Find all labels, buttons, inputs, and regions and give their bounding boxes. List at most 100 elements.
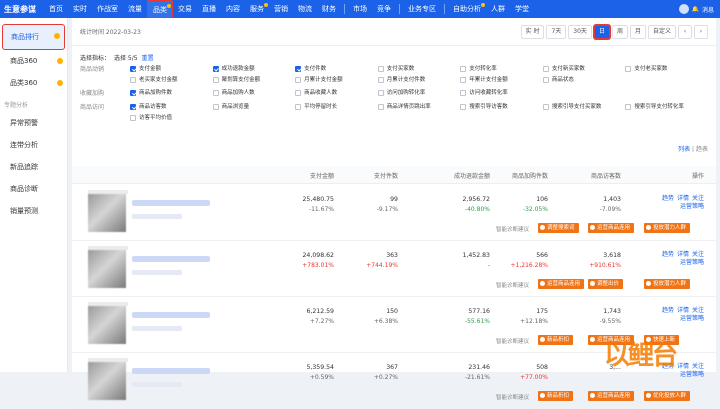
checkbox-icon[interactable] [460, 77, 467, 83]
indicator-checkbox[interactable]: 搜索引导支付转化率 [625, 102, 708, 112]
list-view-toggle[interactable]: 列表 [678, 146, 690, 153]
indicator-checkbox[interactable]: 访问收藏转化率 [460, 88, 543, 98]
checkbox-icon[interactable] [212, 104, 219, 110]
bell-icon[interactable]: 🔔 [692, 6, 699, 13]
date-button[interactable]: 月 [629, 24, 646, 39]
checkbox-icon[interactable] [130, 104, 136, 110]
suggestion-tag[interactable]: 优化投放人群 [644, 391, 691, 401]
prev-arrow-icon[interactable]: ‹ [678, 24, 692, 39]
next-arrow-icon[interactable]: › [694, 24, 708, 39]
checkbox-icon[interactable] [377, 104, 384, 110]
checkbox-icon[interactable] [130, 66, 136, 72]
sidebar-item[interactable]: 商品诊断 [0, 178, 67, 200]
op-link-1[interactable]: 详情 [677, 195, 689, 202]
sidebar-item[interactable]: 连带分析 [0, 134, 67, 156]
indicator-checkbox[interactable]: 商品浏览量 [212, 102, 296, 112]
indicator-checkbox[interactable]: 支付件数 [295, 64, 378, 74]
nav-item-3[interactable]: 学堂 [510, 0, 534, 18]
checkbox-icon[interactable] [295, 104, 302, 110]
checkbox-icon[interactable] [460, 66, 467, 72]
checkbox-icon[interactable] [377, 77, 384, 83]
checkbox-icon[interactable] [130, 77, 136, 83]
sidebar-item[interactable]: 品类360 [0, 72, 67, 94]
op-link-0[interactable]: 趋势 [662, 251, 674, 258]
indicator-checkbox[interactable]: 商品收藏人数 [295, 88, 378, 98]
checkbox-icon[interactable] [460, 104, 467, 110]
checkbox-icon[interactable] [625, 104, 632, 110]
nav-item-1[interactable]: 市场 [348, 0, 372, 18]
checkbox-icon[interactable] [295, 90, 302, 96]
checkbox-icon[interactable] [377, 90, 384, 96]
checkbox-icon[interactable] [625, 66, 632, 72]
nav-item-5[interactable]: 品类 [147, 0, 173, 18]
op-link-2[interactable]: 关注 [692, 363, 704, 370]
product-thumbnail[interactable] [88, 362, 126, 400]
product-name-link[interactable] [132, 256, 210, 262]
nav-item-6[interactable]: 交易 [173, 0, 197, 18]
indicator-checkbox[interactable]: 月累计支付件数 [377, 75, 461, 85]
suggestion-tag[interactable]: 投放潜力人群 [644, 279, 691, 289]
sidebar-item-product-ranking[interactable]: 商品排行 [2, 24, 65, 50]
checkbox-icon[interactable] [212, 66, 219, 72]
indicator-checkbox[interactable]: 月累计支付金额 [295, 75, 378, 85]
indicator-checkbox[interactable]: 聚划算支付金额 [212, 75, 296, 85]
nav-item-9[interactable]: 服务 [245, 0, 269, 18]
nav-item-2[interactable]: 人群 [486, 0, 510, 18]
checkbox-icon[interactable] [542, 77, 549, 83]
date-button[interactable]: 30天 [568, 24, 592, 39]
indicator-checkbox[interactable]: 成功退款金额 [212, 64, 296, 74]
product-name-link[interactable] [132, 200, 210, 206]
indicator-checkbox[interactable]: 支付金额 [130, 64, 213, 74]
suggestion-tag[interactable]: 运营商品连用 [588, 223, 635, 233]
checkbox-icon[interactable] [212, 77, 219, 83]
table-header-cell[interactable]: 商品加购件数 [488, 171, 548, 180]
sidebar-item[interactable]: 新品追踪 [0, 156, 67, 178]
indicator-checkbox[interactable]: 商品状态 [542, 75, 626, 85]
nav-item-3[interactable]: 作战室 [92, 0, 123, 18]
indicator-checkbox[interactable]: 商品加购人数 [212, 88, 296, 98]
indicator-checkbox[interactable]: 访问加购转化率 [377, 88, 461, 98]
suggestion-tag[interactable]: 调整出价 [588, 279, 624, 289]
op-strategy-link[interactable]: 运营策略 [659, 203, 704, 211]
checkbox-icon[interactable] [295, 66, 302, 72]
nav-item-10[interactable]: 营销 [269, 0, 293, 18]
product-thumbnail[interactable] [88, 306, 126, 344]
nav-item-2[interactable]: 竞争 [372, 0, 396, 18]
op-link-0[interactable]: 趋势 [662, 307, 674, 314]
indicator-checkbox[interactable]: 老买家支付金额 [130, 75, 213, 85]
checkbox-icon[interactable] [130, 90, 136, 96]
op-strategy-link[interactable]: 运营策略 [659, 315, 704, 323]
indicator-checkbox[interactable]: 支付买家数 [377, 64, 461, 74]
date-button[interactable]: 日 [593, 24, 610, 39]
op-strategy-link[interactable]: 运营策略 [659, 371, 704, 379]
table-header-cell[interactable]: 成功退款金额 [430, 171, 490, 180]
product-thumbnail[interactable] [88, 194, 126, 232]
indicator-checkbox[interactable]: 平均停留时长 [295, 102, 378, 112]
brand-logo[interactable]: 生意参谋 [0, 4, 44, 15]
table-header-cell[interactable]: 商品访客数 [561, 171, 621, 180]
nav-item-4[interactable]: 流量 [123, 0, 147, 18]
op-link-0[interactable]: 趋势 [662, 195, 674, 202]
indicator-checkbox[interactable]: 支付老买家数 [625, 64, 708, 74]
date-button[interactable]: 实 时 [520, 24, 545, 39]
product-thumbnail[interactable] [88, 250, 126, 288]
checkbox-icon[interactable] [295, 77, 302, 83]
nav-item-8[interactable]: 内容 [221, 0, 245, 18]
op-link-2[interactable]: 关注 [692, 195, 704, 202]
suggestion-tag[interactable]: 运营商品连用 [588, 391, 635, 401]
op-link-1[interactable]: 详情 [677, 363, 689, 370]
checkbox-icon[interactable] [212, 90, 219, 96]
op-link-1[interactable]: 详情 [677, 307, 689, 314]
nav-item-1[interactable]: 业务专区 [403, 0, 441, 18]
nav-item-1[interactable]: 首页 [44, 0, 68, 18]
date-button[interactable]: 自定义 [647, 24, 676, 39]
sidebar-item[interactable]: 异常预警 [0, 112, 67, 134]
indicator-checkbox[interactable]: 商品加购件数 [130, 88, 213, 98]
checkbox-icon[interactable] [460, 90, 467, 96]
checkbox-icon[interactable] [377, 66, 384, 72]
table-header-cell[interactable]: 支付件数 [338, 171, 398, 180]
nav-item-12[interactable]: 财务 [317, 0, 341, 18]
checkbox-icon[interactable] [130, 115, 136, 121]
suggestion-tag[interactable]: 新品折扣 [538, 391, 574, 401]
suggestion-tag[interactable]: 运营商品连用 [538, 279, 585, 289]
